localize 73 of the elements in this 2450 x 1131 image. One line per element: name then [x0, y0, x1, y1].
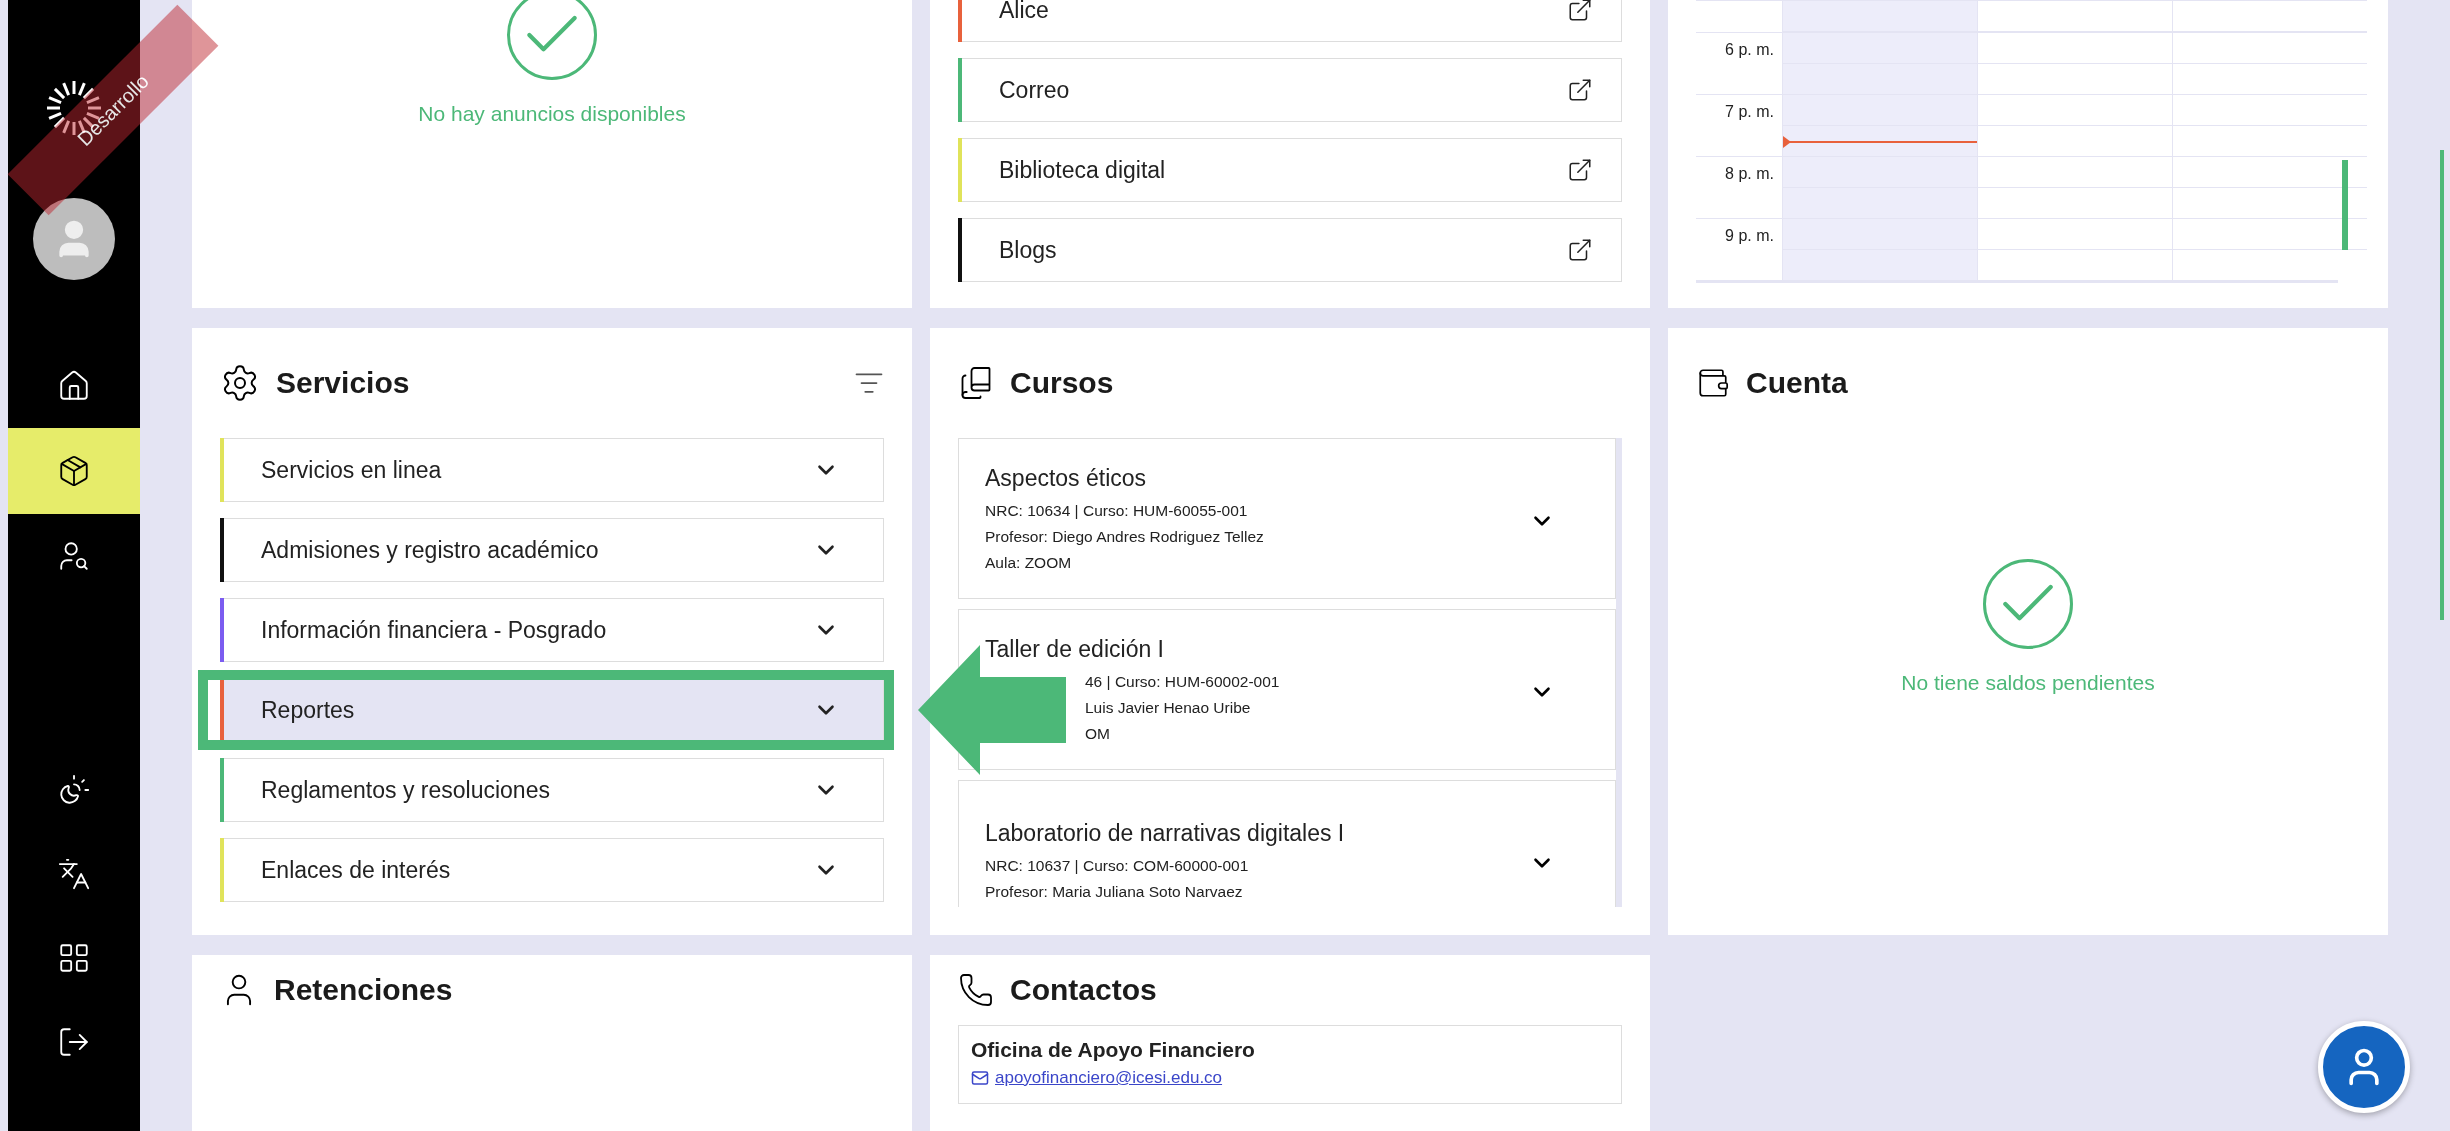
mail-icon: [971, 1069, 989, 1087]
empty-message: No tiene saldos pendientes: [1901, 670, 2155, 695]
contact-name: Oficina de Apoyo Financiero: [971, 1038, 1256, 1062]
link-item[interactable]: Blogs: [958, 218, 1622, 282]
link-item[interactable]: Biblioteca digital: [958, 138, 1622, 202]
page-scrollbar[interactable]: [2440, 150, 2444, 620]
theme-icon: [57, 773, 91, 807]
card-title: Servicios: [276, 366, 411, 400]
course-item[interactable]: Aspectos éticos NRC: 10634 | Curso: HUM-60055-001 Profesor: Diego Andres Rodriguez Tellez Aula: ZOOM: [958, 438, 1616, 599]
phone-icon: [958, 972, 994, 1008]
email-link[interactable]: apoyofinanciero@icesi.edu.co: [971, 1068, 1223, 1088]
person-search-icon: [57, 539, 91, 573]
calendar-slot[interactable]: [1977, 156, 2172, 218]
accordion-item[interactable]: Reportes: [220, 678, 884, 742]
course-title: Laboratorio de narrativas digitales I: [985, 820, 1345, 847]
external-link-icon: [1567, 0, 1593, 23]
link-label: Biblioteca digital: [999, 156, 1166, 184]
course-detail: Profesor: Diego Andres Rodriguez Tellez: [985, 527, 1264, 547]
check-circle-icon: [1983, 558, 2073, 649]
accordion-item[interactable]: Enlaces de interés: [220, 838, 884, 902]
calendar-scrollbar[interactable]: [2342, 160, 2348, 250]
external-link-icon: [1567, 237, 1593, 263]
accordion-item[interactable]: Admisiones y registro académico: [220, 518, 884, 582]
calendar-slot[interactable]: [1977, 218, 2172, 280]
translate-icon: [57, 857, 91, 891]
accordion-label: Reglamentos y resoluciones: [261, 776, 550, 804]
course-item[interactable]: Laboratorio de narrativas digitales I NRC: 10637 | Curso: COM-60000-001 Profesor: Maria Juliana Soto Narvaez: [958, 780, 1616, 907]
home-icon: [57, 369, 91, 403]
accordion-item[interactable]: Información financiera - Posgrado: [220, 598, 884, 662]
accordion-label: Servicios en linea: [261, 456, 442, 484]
accordion-label: Información financiera - Posgrado: [261, 616, 607, 644]
course-detail: Aula: ZOOM: [985, 553, 1073, 573]
course-detail: Luis Javier Henao Uribe: [1084, 698, 1252, 718]
calendar-slot[interactable]: [2172, 94, 2367, 156]
course-detail: OM: [1084, 724, 1111, 744]
link-label: Blogs: [999, 236, 1057, 264]
calendar-slot[interactable]: [2172, 32, 2367, 94]
link-item[interactable]: Alice: [958, 0, 1622, 42]
course-detail: 46 | Curso: HUM-60002-001: [1084, 672, 1280, 692]
card-title: Cursos: [1010, 366, 1115, 400]
calendar-slot[interactable]: [2172, 218, 2367, 280]
course-title: Aspectos éticos: [985, 465, 1148, 492]
sidebar-nav-button[interactable]: [8, 428, 140, 514]
accordion-item[interactable]: Servicios en linea: [220, 438, 884, 502]
accordion-label: Enlaces de interés: [261, 856, 451, 884]
accordion-label: Admisiones y registro académico: [261, 536, 599, 564]
course-detail: NRC: 10634 | Curso: HUM-60055-001: [985, 501, 1249, 521]
wallet-icon: [1696, 366, 1730, 400]
card-title: Cuenta: [1746, 366, 1849, 400]
course-title: Taller de edición I: [985, 636, 1165, 663]
check-circle-icon: [507, 0, 597, 80]
accordion-item[interactable]: Reglamentos y resoluciones: [220, 758, 884, 822]
card-title: Retenciones: [274, 973, 454, 1007]
empty-message: No hay anuncios disponibles: [418, 102, 686, 126]
course-detail: Profesor: Maria Juliana Soto Narvaez: [985, 882, 1244, 902]
link-item[interactable]: Correo: [958, 58, 1622, 122]
calendar-slot[interactable]: [2172, 156, 2367, 218]
course-detail: NRC: 10637 | Curso: COM-60000-001: [985, 856, 1250, 876]
link-label: Correo: [999, 76, 1070, 104]
calendar-slot[interactable]: [1977, 32, 2172, 94]
box-icon: [57, 454, 91, 488]
external-link-icon: [1567, 157, 1593, 183]
grid-icon: [57, 941, 91, 975]
course-item[interactable]: Taller de edición I 46 | Curso: HUM-60002-001 Luis Javier Henao Uribe OM: [958, 609, 1616, 770]
link-label: Alice: [999, 0, 1049, 24]
calendar-slot[interactable]: [1977, 0, 2172, 32]
external-link-icon: [1567, 77, 1593, 103]
chat-assistant-avatar[interactable]: [2318, 1021, 2410, 1113]
calendar-slot[interactable]: [1782, 94, 1977, 156]
calendar-slot[interactable]: [1977, 94, 2172, 156]
card-title: Contactos: [1010, 973, 1158, 1007]
calendar-slot[interactable]: [2172, 0, 2367, 32]
accordion-label: Reportes: [261, 696, 355, 724]
